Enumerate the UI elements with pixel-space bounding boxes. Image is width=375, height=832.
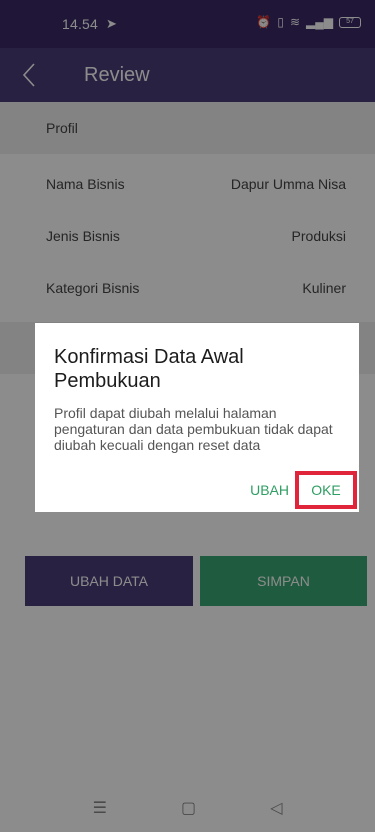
- dialog-edit-button[interactable]: UBAH: [250, 482, 289, 498]
- dialog-actions: UBAH OKE: [250, 471, 359, 509]
- dialog-ok-button[interactable]: OKE: [295, 471, 357, 509]
- dialog-title: Konfirmasi Data Awal Pembukuan: [54, 346, 244, 392]
- dialog-message: Profil dapat diubah melalui halaman peng…: [54, 405, 333, 453]
- confirmation-dialog: Konfirmasi Data Awal Pembukuan Profil da…: [35, 323, 359, 512]
